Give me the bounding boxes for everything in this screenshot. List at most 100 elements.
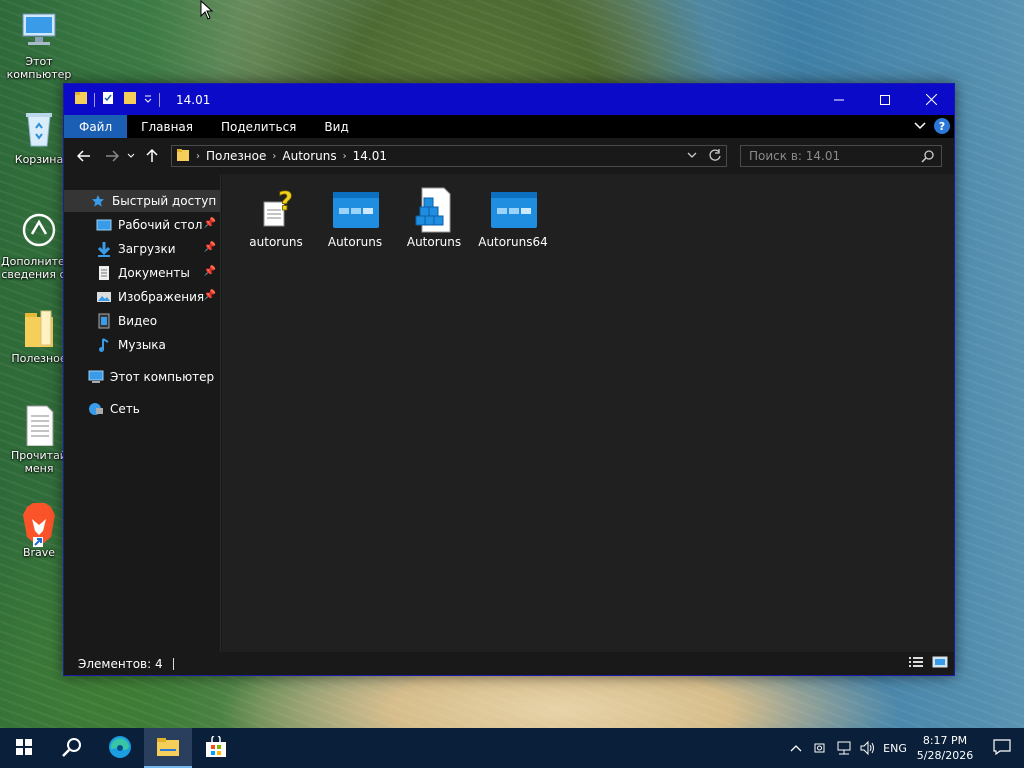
meet-now-icon[interactable] <box>808 728 832 768</box>
pin-icon[interactable]: 📌 <box>204 290 216 301</box>
details-view-icon[interactable] <box>908 656 924 671</box>
tab-home[interactable]: Главная <box>127 115 207 138</box>
expand-ribbon-chevron-icon[interactable] <box>914 119 926 133</box>
forward-button[interactable] <box>100 144 124 168</box>
file-item[interactable]: Autoruns <box>317 186 393 249</box>
file-explorer-window: 14.01 Файл Главная Поделиться Вид ? › По… <box>63 83 955 676</box>
item-count: Элементов: 4 <box>78 656 163 671</box>
sidebar-item-quick-access[interactable]: Быстрый доступ <box>64 190 220 212</box>
videos-icon <box>96 313 112 329</box>
search-icon[interactable] <box>921 149 935 166</box>
help-file-icon: ? <box>252 186 300 234</box>
pin-icon[interactable]: 📌 <box>204 242 216 253</box>
sidebar-item-label: Документы <box>118 266 190 280</box>
recent-locations-chevron-icon[interactable] <box>124 144 138 168</box>
brave-icon <box>19 501 59 547</box>
text-document-icon <box>19 404 59 447</box>
music-icon <box>96 337 112 353</box>
svg-text:?: ? <box>278 187 293 217</box>
language-indicator[interactable]: ENG <box>880 742 910 755</box>
search-input[interactable]: Поиск в: 14.01 <box>740 145 942 167</box>
sidebar-item-this-pc[interactable]: Этот компьютер <box>64 366 220 388</box>
start-icon <box>16 738 32 758</box>
up-button[interactable] <box>140 144 164 168</box>
network-icon <box>88 401 104 417</box>
mouse-cursor-icon <box>200 0 214 20</box>
new-folder-icon[interactable] <box>123 91 137 108</box>
file-item[interactable]: ? autoruns <box>238 186 314 249</box>
taskbar-app-store[interactable] <box>192 728 240 768</box>
file-name: autoruns <box>249 235 303 249</box>
address-bar[interactable]: › Полезное › Autoruns › 14.01 <box>171 145 727 167</box>
downloads-icon <box>96 241 112 257</box>
sidebar-item-desktop[interactable]: Рабочий стол 📌 <box>64 214 220 236</box>
clock-date: 5/28/2026 <box>916 749 974 762</box>
clock-time: 8:17 PM <box>922 734 968 747</box>
file-name: Autoruns64 <box>478 235 548 249</box>
search-placeholder: Поиск в: 14.01 <box>749 149 841 163</box>
taskbar-app-edge[interactable] <box>96 728 144 768</box>
folder-icon <box>19 307 59 349</box>
large-icons-view-icon[interactable] <box>932 656 948 671</box>
recycle-bin-icon <box>19 108 59 150</box>
system-tray: ENG 8:17 PM 5/28/2026 <box>784 728 1024 768</box>
search-button[interactable] <box>48 728 96 768</box>
info-icon <box>19 210 59 252</box>
breadcrumb-item[interactable]: Autoruns <box>276 149 342 163</box>
title-bar[interactable]: 14.01 <box>64 84 954 115</box>
sidebar-item-label: Музыка <box>118 338 166 352</box>
sidebar-item-network[interactable]: Сеть <box>64 398 220 420</box>
show-hidden-icons-chevron-icon[interactable] <box>784 728 808 768</box>
store-icon <box>205 733 227 761</box>
sidebar-item-documents[interactable]: Документы 📌 <box>64 262 220 284</box>
notifications-button[interactable] <box>980 728 1024 768</box>
file-item[interactable]: Autoruns64 <box>475 186 551 249</box>
sidebar-item-videos[interactable]: Видео <box>64 310 220 332</box>
tab-view[interactable]: Вид <box>310 115 362 138</box>
navigation-pane: Быстрый доступ Рабочий стол 📌 Загрузки 📌… <box>64 174 221 652</box>
notification-icon <box>993 738 1011 758</box>
minimize-button[interactable] <box>816 84 862 115</box>
desktop-icon <box>96 217 112 233</box>
navigation-bar: › Полезное › Autoruns › 14.01 Поиск в: 1… <box>64 138 954 174</box>
tab-share[interactable]: Поделиться <box>207 115 310 138</box>
refresh-icon[interactable] <box>708 148 722 165</box>
clock[interactable]: 8:17 PM 5/28/2026 <box>910 733 980 763</box>
breadcrumb-item[interactable]: 14.01 <box>347 149 393 163</box>
file-item[interactable]: Autoruns <box>396 186 472 249</box>
tab-file[interactable]: Файл <box>64 115 128 138</box>
volume-icon[interactable] <box>856 728 880 768</box>
registry-file-icon <box>410 186 458 234</box>
documents-icon <box>96 265 112 281</box>
pin-icon[interactable]: 📌 <box>204 266 216 277</box>
sidebar-item-downloads[interactable]: Загрузки 📌 <box>64 238 220 260</box>
edge-icon <box>108 735 132 762</box>
help-icon[interactable]: ? <box>934 118 950 134</box>
search-icon <box>62 737 82 760</box>
customize-toolbar-icon[interactable] <box>143 93 153 107</box>
address-history-chevron-icon[interactable] <box>686 149 698 164</box>
sidebar-item-label: Рабочий стол <box>118 218 203 232</box>
back-button[interactable] <box>72 144 96 168</box>
sidebar-item-label: Загрузки <box>118 242 176 256</box>
pin-icon[interactable]: 📌 <box>204 218 216 229</box>
app-window-icon <box>331 186 379 234</box>
file-list-area[interactable]: ? autoruns Autoruns Autoruns Autoruns64 <box>222 174 954 652</box>
properties-icon[interactable] <box>101 91 115 108</box>
file-name: Autoruns <box>327 235 383 249</box>
network-icon[interactable] <box>832 728 856 768</box>
taskbar: ENG 8:17 PM 5/28/2026 <box>0 728 1024 768</box>
sidebar-item-pictures[interactable]: Изображения 📌 <box>64 286 220 308</box>
taskbar-app-file-explorer[interactable] <box>144 728 192 768</box>
ribbon-tabs: Файл Главная Поделиться Вид ? <box>64 115 954 138</box>
breadcrumb-item[interactable]: Полезное <box>200 149 272 163</box>
maximize-button[interactable] <box>862 84 908 115</box>
computer-icon <box>19 10 59 52</box>
folder-icon <box>74 91 88 108</box>
close-button[interactable] <box>908 84 954 115</box>
start-button[interactable] <box>0 728 48 768</box>
sidebar-item-music[interactable]: Музыка <box>64 334 220 356</box>
folder-icon <box>172 148 190 165</box>
desktop-icon-this-pc[interactable]: Этот компьютер <box>1 10 77 81</box>
sidebar-item-label: Быстрый доступ <box>112 194 217 208</box>
